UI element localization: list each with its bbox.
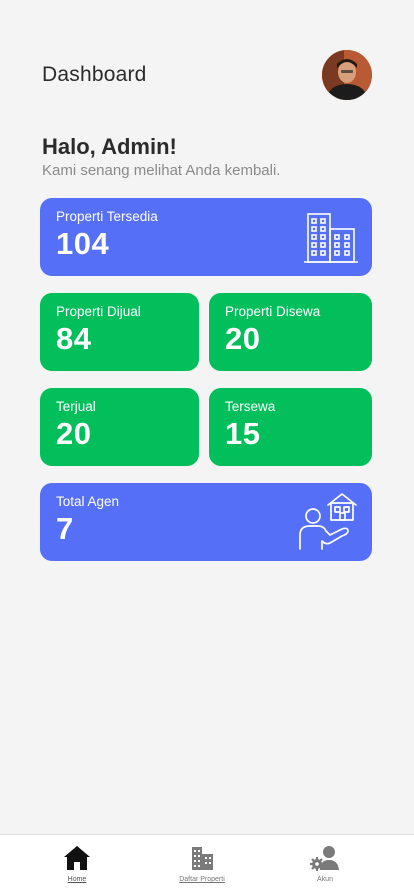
avatar[interactable] (322, 50, 372, 100)
agent-house-icon (299, 493, 357, 550)
greeting-subtitle: Kami senang melihat Anda kembali. (42, 162, 281, 179)
card-value: 20 (225, 321, 261, 356)
card-value: 20 (56, 416, 92, 451)
nav-label-akun: Akun (317, 876, 333, 883)
user-settings-icon (310, 846, 339, 871)
nav-akun[interactable]: Akun (275, 835, 375, 896)
nav-label-daftar-properti: Daftar Properti (179, 876, 225, 883)
nav-home[interactable]: Home (27, 835, 127, 896)
nav-label-home: Home (67, 876, 87, 883)
header: Dashboard (0, 0, 414, 130)
card-total-agen[interactable]: Total Agen 7 (40, 483, 372, 561)
card-label: Terjual (56, 399, 96, 414)
greeting-title: Halo, Admin! (42, 134, 177, 159)
bottom-nav: Home Daftar Properti Akun (0, 834, 414, 896)
card-label: Properti Dijual (56, 304, 141, 319)
home-icon (64, 846, 90, 870)
card-properti-disewa[interactable]: Properti Disewa 20 (209, 293, 372, 371)
nav-daftar-properti[interactable]: Daftar Properti (152, 835, 252, 896)
card-label: Properti Disewa (225, 304, 321, 319)
card-terjual[interactable]: Terjual 20 (40, 388, 199, 466)
card-properti-dijual[interactable]: Properti Dijual 84 (40, 293, 199, 371)
card-value: 15 (225, 416, 261, 451)
buildings-icon (192, 847, 213, 870)
card-label: Tersewa (225, 399, 276, 414)
card-tersewa[interactable]: Tersewa 15 (209, 388, 372, 466)
buildings-icon (304, 213, 358, 263)
card-properti-tersedia[interactable]: Properti Tersedia 104 (40, 198, 372, 276)
page-title: Dashboard (42, 63, 147, 86)
card-value: 84 (56, 321, 92, 356)
avatar-photo (322, 50, 372, 100)
